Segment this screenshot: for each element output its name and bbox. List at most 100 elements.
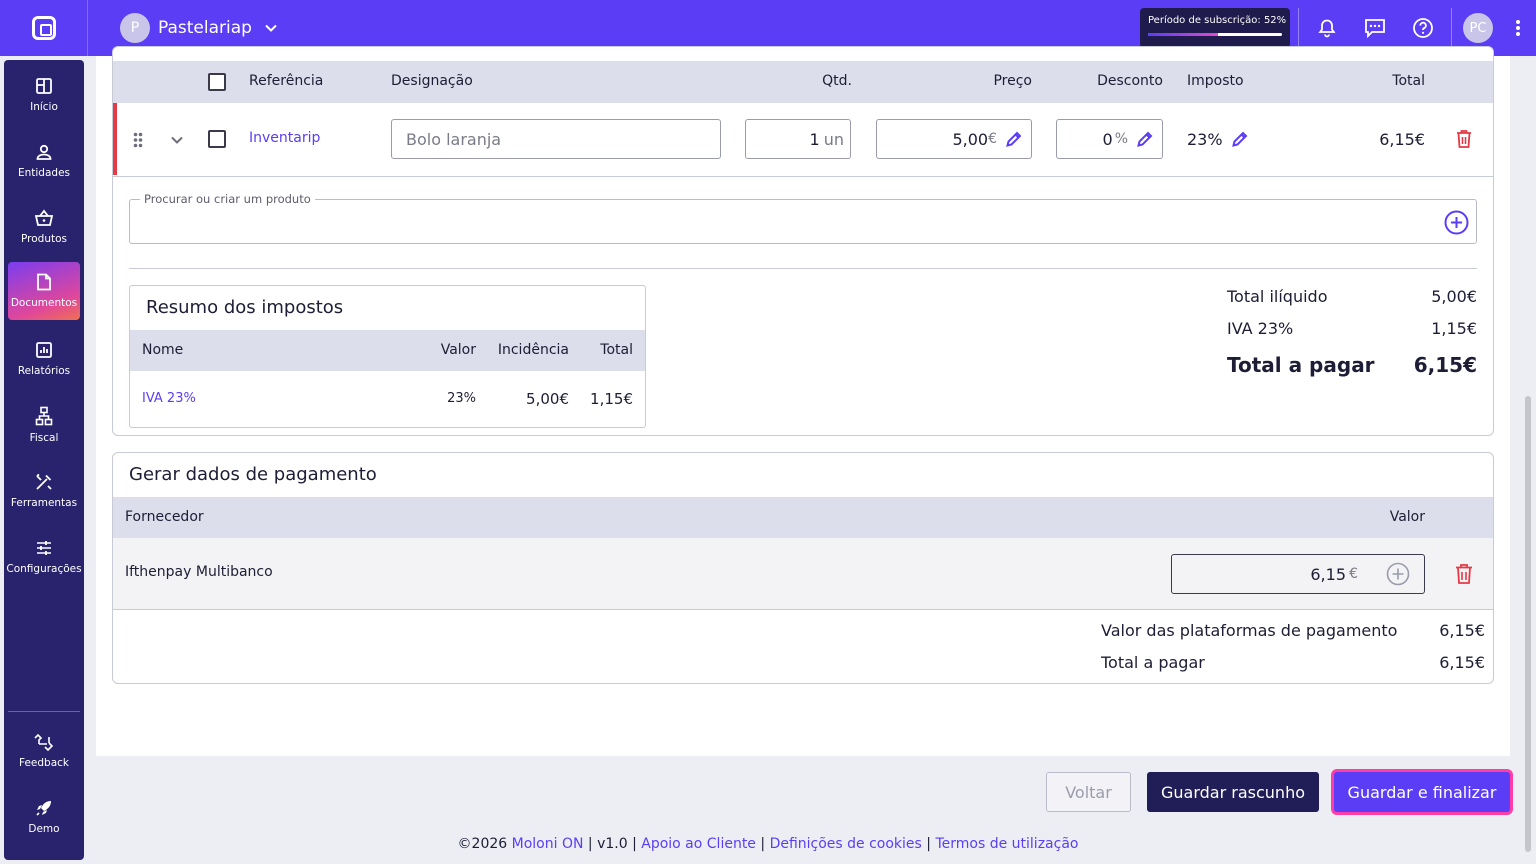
vat-value: 1,15€ (1431, 319, 1477, 338)
select-all-checkbox[interactable] (208, 73, 226, 91)
tax-row-name[interactable]: IVA 23% (142, 391, 196, 406)
edit-tax-icon[interactable] (1231, 130, 1249, 148)
sidebar-item-label: Relatórios (17, 365, 71, 377)
edit-discount-icon[interactable] (1136, 130, 1154, 148)
divider (129, 268, 1477, 269)
feedback-icon (34, 733, 54, 751)
vat-label: IVA 23% (1227, 319, 1294, 338)
add-circle-icon[interactable] (1444, 210, 1469, 235)
designation-input[interactable]: Bolo laranja (391, 119, 721, 159)
back-button[interactable]: Voltar (1046, 772, 1131, 812)
payment-total-label: Total a pagar (1101, 653, 1205, 672)
add-circle-icon[interactable] (1386, 562, 1410, 586)
app-logo[interactable] (0, 0, 88, 56)
designation-value: Bolo laranja (406, 129, 502, 149)
sidebar-item-label: Feedback (18, 757, 69, 769)
tax-row-incidence: 5,00€ (526, 390, 569, 408)
sidebar-item-fiscal[interactable]: Fiscal (8, 396, 80, 454)
copyright: ©2026 (457, 836, 508, 852)
row-checkbox[interactable] (208, 130, 226, 148)
net-total-value: 5,00€ (1431, 287, 1477, 306)
cookies-link[interactable]: Definições de cookies (770, 836, 922, 852)
footer: ©2026 Moloni ON | v1.0 | Apoio ao Client… (457, 836, 1079, 852)
sidebar-item-relatorios[interactable]: Relatórios (8, 330, 80, 388)
support-link[interactable]: Apoio ao Cliente (641, 836, 756, 852)
sidebar-item-produtos[interactable]: Produtos (8, 198, 80, 256)
chevron-down-icon[interactable] (170, 134, 184, 146)
table-row: Ifthenpay Multibanco 6,15 € (113, 538, 1493, 610)
grand-total-label: Total a pagar (1227, 353, 1375, 377)
tax-summary-title: Resumo dos impostos (146, 297, 344, 318)
sidebar-item-label: Fiscal (29, 432, 59, 444)
terms-link[interactable]: Termos de utilização (935, 836, 1078, 852)
table-row: Inventarip Bolo laranja 1 un 5,00 € 0 % … (113, 103, 1493, 177)
payment-header-provider: Fornecedor (125, 509, 204, 525)
sidebar-item-label: Ferramentas (10, 497, 78, 509)
header-price: Preço (993, 73, 1032, 89)
logo-icon (31, 16, 56, 40)
quantity-unit: un (823, 129, 844, 149)
sidebar-item-label: Documentos (10, 297, 78, 309)
basket-icon (34, 209, 54, 226)
subscription-period[interactable]: Período de subscrição: 52% (1140, 8, 1290, 48)
save-finalize-button[interactable]: Guardar e finalizar (1334, 772, 1510, 812)
sidebar-item-entidades[interactable]: Entidades (8, 132, 80, 190)
table-row: IVA 23% 23% 5,00€ 1,15€ (130, 371, 645, 427)
divider (8, 711, 80, 712)
tax-row-total: 1,15€ (590, 390, 633, 408)
discount-input[interactable]: 0 % (1056, 119, 1163, 159)
sidebar-item-configuracoes[interactable]: Configurações (6, 528, 82, 586)
chat-icon (1365, 19, 1385, 38)
sidebar-item-label: Demo (28, 823, 60, 835)
tools-icon (36, 473, 52, 490)
sidebar-item-label: Entidades (17, 167, 71, 179)
line-reference-link[interactable]: Inventarip (249, 130, 320, 146)
document-lines-card: Referência Designação Qtd. Preço Descont… (112, 46, 1494, 436)
sidebar-item-label: Configurações (6, 563, 82, 575)
sidebar-item-ferramentas[interactable]: Ferramentas (8, 462, 80, 520)
payment-value: 6,15 (1310, 565, 1346, 584)
company-selector[interactable]: P Pastelariap (120, 13, 278, 43)
sliders-icon (37, 541, 51, 555)
edit-price-icon[interactable] (1005, 130, 1023, 148)
price-input[interactable]: 5,00 € (876, 119, 1032, 159)
tax-header-name: Nome (142, 342, 184, 358)
sidebar: Início Entidades Produtos Documentos Rel… (4, 60, 84, 860)
line-tax-value: 23% (1187, 130, 1223, 149)
avatar: PC (1463, 13, 1493, 43)
company-avatar: P (120, 13, 150, 43)
product-search-label: Procurar ou criar um produto (140, 192, 315, 206)
tax-summary-card: Resumo dos impostos Nome Valor Incidênci… (129, 285, 646, 428)
more-vertical-icon (1516, 20, 1520, 36)
brand-link[interactable]: Moloni ON (512, 836, 584, 852)
delete-payment-icon[interactable] (1455, 563, 1473, 585)
scrollbar[interactable] (1525, 396, 1531, 852)
tax-header-total: Total (600, 342, 633, 358)
sidebar-item-label: Início (30, 101, 58, 113)
product-search-input[interactable]: Procurar ou criar um produto (129, 192, 1477, 244)
payment-total-value: 6,15€ (1439, 653, 1485, 672)
subscription-progress-fill (1148, 33, 1218, 36)
version: v1.0 (597, 836, 628, 852)
tax-row-value: 23% (447, 391, 476, 406)
save-draft-button[interactable]: Guardar rascunho (1147, 772, 1319, 812)
header-designation: Designação (391, 73, 473, 89)
grand-total-value: 6,15€ (1413, 353, 1477, 377)
sidebar-item-inicio[interactable]: Início (8, 66, 80, 124)
platforms-value-label: Valor das plataformas de pagamento (1101, 621, 1398, 640)
payment-header-value: Valor (1389, 509, 1425, 525)
discount-unit: % (1114, 131, 1128, 147)
subscription-label: Período de subscrição: 52% (1148, 15, 1287, 26)
drag-handle-icon[interactable] (133, 132, 143, 148)
document-icon (37, 273, 51, 291)
user-icon (36, 144, 52, 160)
payment-value-input[interactable]: 6,15 € (1171, 554, 1425, 594)
sidebar-item-feedback[interactable]: Feedback (8, 722, 80, 780)
delete-line-icon[interactable] (1456, 129, 1472, 149)
more-options-button[interactable] (1500, 0, 1536, 56)
sidebar-item-documentos[interactable]: Documentos (8, 262, 80, 320)
tax-summary-header: Nome Valor Incidência Total (130, 330, 645, 371)
quantity-input[interactable]: 1 un (745, 119, 851, 159)
document-editor: Referência Designação Qtd. Preço Descont… (96, 46, 1510, 756)
header-discount: Desconto (1097, 73, 1163, 89)
